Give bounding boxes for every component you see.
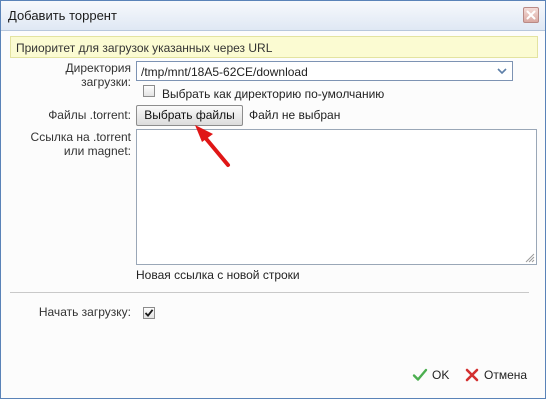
download-dir-label: Директория загрузки: [65, 61, 131, 89]
close-icon [526, 10, 536, 20]
checkmark-icon [412, 368, 428, 381]
default-dir-checkbox-label: Выбрать как директорию по-умолчанию [162, 87, 385, 101]
annotation-arrow [195, 125, 230, 167]
start-download-label: Начать загрузку: [38, 305, 131, 319]
cancel-button[interactable]: Отмена [464, 366, 527, 384]
ok-label: OK [432, 368, 450, 382]
link-label: Ссылка на .torrent или magnet: [30, 130, 131, 158]
chevron-down-icon [497, 68, 507, 75]
checkmark-icon [144, 309, 154, 317]
title-bar[interactable]: Добавить торрент [1, 1, 545, 31]
default-dir-checkbox[interactable] [143, 85, 155, 97]
close-button[interactable] [523, 7, 539, 23]
cancel-label: Отмена [484, 368, 528, 382]
download-dir-select[interactable]: /tmp/mnt/18A5-62CE/download [136, 61, 513, 81]
dialog-title: Добавить торрент [8, 8, 117, 23]
resize-grip-icon[interactable] [524, 252, 535, 263]
ok-button[interactable]: OK [412, 366, 449, 384]
torrent-files-label: Файлы .torrent: [48, 108, 131, 122]
link-hint: Новая ссылка с новой строки [136, 268, 300, 282]
priority-notice: Приоритет для загрузок указанных через U… [10, 36, 538, 58]
divider [10, 292, 529, 293]
cross-icon [465, 368, 479, 382]
start-download-checkbox[interactable] [143, 307, 155, 319]
file-status: Файл не выбран [249, 108, 341, 122]
download-dir-value: /tmp/mnt/18A5-62CE/download [141, 65, 308, 79]
add-torrent-dialog: Добавить торрент Приоритет для загрузок … [0, 0, 546, 399]
